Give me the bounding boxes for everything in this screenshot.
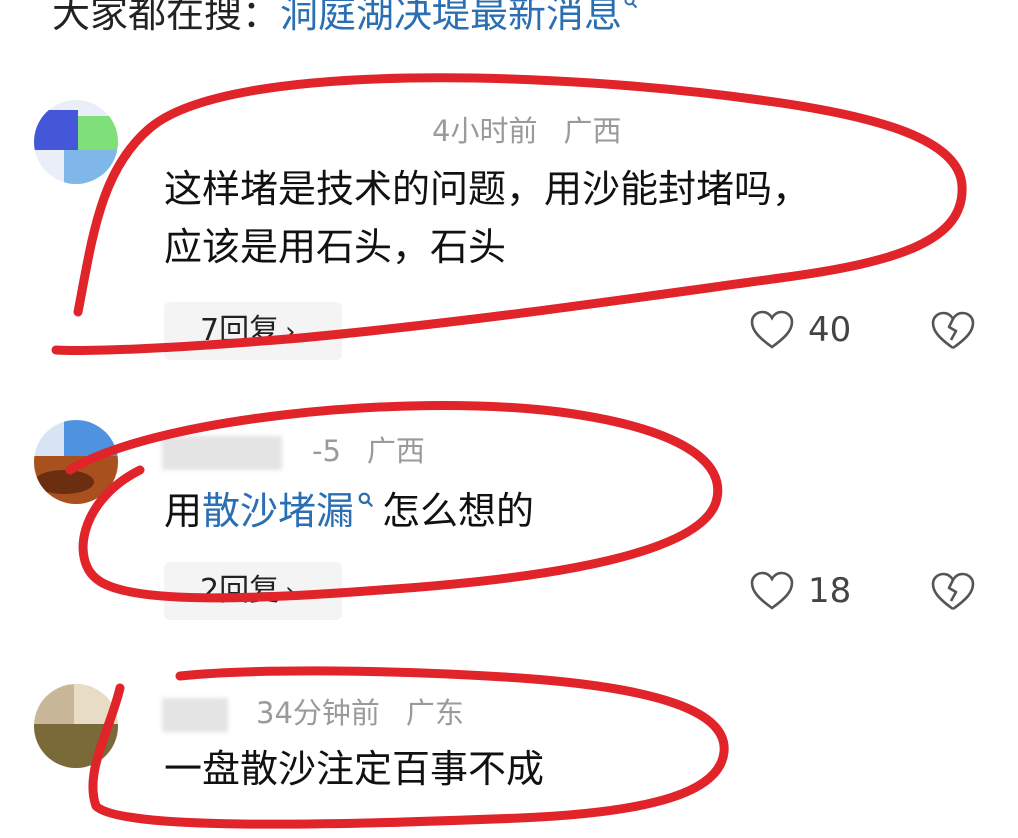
like-button[interactable]: 40: [750, 305, 851, 355]
comment-text-line: 一盘散沙注定百事不成: [164, 747, 545, 791]
search-icon: [358, 492, 374, 508]
username-redacted: [162, 698, 228, 732]
replies-button[interactable]: 7回复 ›: [164, 302, 342, 360]
like-button[interactable]: 18: [750, 566, 851, 616]
comment-text: 这样堵是技术的问题，用沙能封堵吗， 应该是用石头，石头: [164, 160, 810, 276]
broken-heart-icon[interactable]: [930, 567, 976, 617]
heart-icon: [750, 571, 794, 610]
comment-text: 一盘散沙注定百事不成: [164, 740, 544, 798]
trending-search-link[interactable]: 洞庭湖决堤最新消息: [280, 0, 622, 36]
username-redacted: [162, 436, 282, 470]
chevron-right-icon: ›: [285, 317, 296, 347]
search-keyword-link[interactable]: 散沙堵漏: [202, 489, 354, 533]
comment-meta: 4小时前 广西: [432, 108, 621, 150]
heart-icon: [750, 310, 794, 349]
avatar[interactable]: [34, 100, 118, 184]
broken-heart-icon[interactable]: [930, 306, 976, 356]
comment-region: 广东: [405, 696, 464, 730]
comment-time: 4小时前: [432, 114, 538, 148]
like-count: 18: [808, 571, 852, 611]
comment-text-prefix: 用: [164, 489, 203, 533]
comment-time: -5: [312, 434, 341, 468]
chevron-right-icon: ›: [285, 577, 296, 607]
replies-count: 7回复: [200, 313, 280, 348]
comment-text-line: 这样堵是技术的问题，用沙能封堵吗，: [164, 167, 811, 211]
comment-text: 用散沙堵漏 怎么想的: [164, 482, 534, 540]
comment-text-suffix: 怎么想的: [382, 489, 535, 533]
search-icon: [624, 0, 638, 9]
trending-search-label: 大家都在搜：: [52, 0, 281, 36]
comment-meta: -5 广西: [162, 428, 425, 470]
replies-count: 2回复: [200, 573, 280, 608]
comment-meta: 34分钟前 广东: [162, 690, 464, 732]
comment-text-line: 应该是用石头，石头: [164, 225, 507, 269]
avatar[interactable]: [34, 420, 118, 504]
avatar[interactable]: [34, 684, 118, 768]
comment-time: 34分钟前: [256, 696, 380, 730]
replies-button[interactable]: 2回复 ›: [164, 562, 342, 620]
comment-region: 广西: [563, 114, 622, 148]
like-count: 40: [808, 310, 852, 350]
comment-region: 广西: [366, 434, 425, 468]
trending-search-bar[interactable]: 大家都在搜：洞庭湖决堤最新消息: [52, 0, 638, 38]
